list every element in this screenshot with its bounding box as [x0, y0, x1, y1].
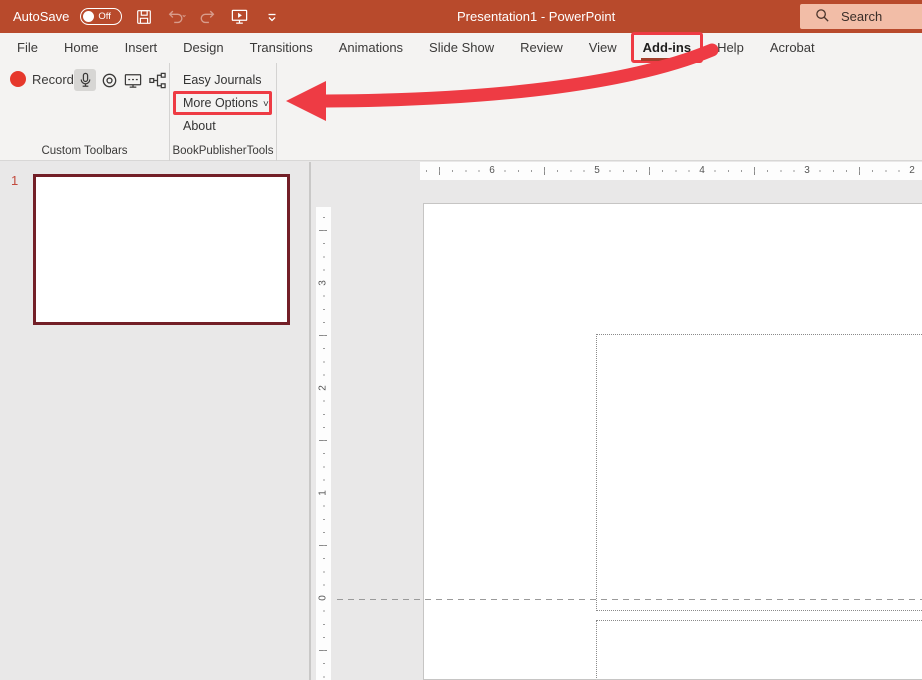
undo-icon[interactable] [165, 6, 186, 27]
ribbon: Record [0, 63, 922, 161]
ribbon-menu-item[interactable]: Easy Journals [170, 69, 276, 91]
ruler-number: 2 [906, 164, 918, 178]
menu-tab[interactable]: Review [507, 33, 576, 63]
ruler-number: 5 [591, 164, 603, 178]
menu-tab[interactable]: Home [51, 33, 112, 63]
ribbon-tab-bar: FileHomeInsertDesignTransitionsAnimation… [0, 33, 922, 63]
record-toolbar-icons [74, 69, 168, 91]
customize-quick-access-toolbar-icon[interactable] [261, 6, 282, 27]
ribbon-menu-item-label: About [183, 119, 216, 133]
search-icon [815, 8, 830, 26]
autosave-label: AutoSave [13, 9, 69, 24]
slide-editing-canvas: 6 5 4 3 2 3 2 1 0 Cli [313, 162, 922, 680]
record-label: Record [32, 72, 74, 87]
ribbon-menu-item-label: More Options [183, 96, 258, 110]
ribbon-menu-item[interactable]: More Options ˅ [170, 92, 276, 114]
title-bar: AutoSave Off [0, 0, 922, 33]
record-target-icon[interactable] [98, 69, 120, 91]
redo-icon[interactable] [197, 6, 218, 27]
menu-tab[interactable]: Animations [326, 33, 416, 63]
window-title: Presentation1 - PowerPoint [457, 0, 615, 33]
horizontal-guide-line [337, 599, 922, 600]
autosave-toggle-knob [83, 11, 94, 22]
addin-menu-items: Easy Journals More Options ˅ About [170, 69, 276, 138]
search-label: Search [841, 9, 882, 24]
vertical-ruler: 3 2 1 0 [316, 207, 331, 680]
slide-number: 1 [11, 173, 18, 188]
group-label-custom-toolbars: Custom Toolbars [0, 145, 169, 157]
menu-tab[interactable]: Insert [112, 33, 171, 63]
title-placeholder[interactable]: Cli [596, 334, 922, 611]
ribbon-menu-item-label: Easy Journals [183, 73, 262, 87]
ribbon-group-custom-toolbars: Record [0, 63, 170, 161]
menu-tab[interactable]: Acrobat [757, 33, 828, 63]
slide-editing-area[interactable]: Cli [423, 203, 922, 680]
save-icon[interactable] [133, 6, 154, 27]
menu-tab[interactable]: Transitions [237, 33, 326, 63]
menu-tab[interactable]: Help [704, 33, 757, 63]
horizontal-ruler: 6 5 4 3 2 [420, 162, 922, 180]
autosave-state-label: Off [98, 11, 111, 22]
menu-tab[interactable]: Design [170, 33, 236, 63]
menu-tab[interactable]: Add-ins [630, 33, 704, 63]
autosave-toggle[interactable]: Off [80, 8, 122, 25]
slide-thumbnail-panel: 1 [0, 162, 311, 680]
ruler-number: 3 [317, 276, 331, 291]
slide-thumbnail[interactable] [33, 174, 290, 325]
microphone-icon[interactable] [74, 69, 96, 91]
ribbon-menu-item[interactable]: About [170, 115, 276, 137]
ruler-number: 0 [317, 591, 331, 606]
ruler-number: 1 [317, 486, 331, 501]
menu-tab[interactable]: Slide Show [416, 33, 507, 63]
start-slideshow-icon[interactable] [229, 6, 250, 27]
group-label-bookpublishertools: BookPublisherTools [170, 145, 276, 157]
record-button[interactable]: Record [10, 71, 74, 87]
record-dot-icon [10, 71, 26, 87]
flowchart-icon[interactable] [146, 69, 168, 91]
screen-recording-icon[interactable] [122, 69, 144, 91]
menu-tab[interactable]: File [4, 33, 51, 63]
search-box[interactable]: Search [800, 4, 922, 29]
ruler-number: 6 [486, 164, 498, 178]
ribbon-group-bookpublishertools: Easy Journals More Options ˅ About BookPu… [170, 63, 277, 161]
powerpoint-window: AutoSave Off [0, 0, 922, 680]
ruler-number: 4 [696, 164, 708, 178]
workspace: 1 6 5 4 3 2 3 2 1 0 Cli [0, 162, 922, 680]
ruler-number: 2 [317, 381, 331, 396]
chevron-down-icon: ˅ [263, 99, 269, 110]
quick-access-toolbar: AutoSave Off [0, 6, 282, 27]
subtitle-placeholder[interactable] [596, 620, 922, 680]
ruler-number: 3 [801, 164, 813, 178]
menu-tab[interactable]: View [576, 33, 630, 63]
